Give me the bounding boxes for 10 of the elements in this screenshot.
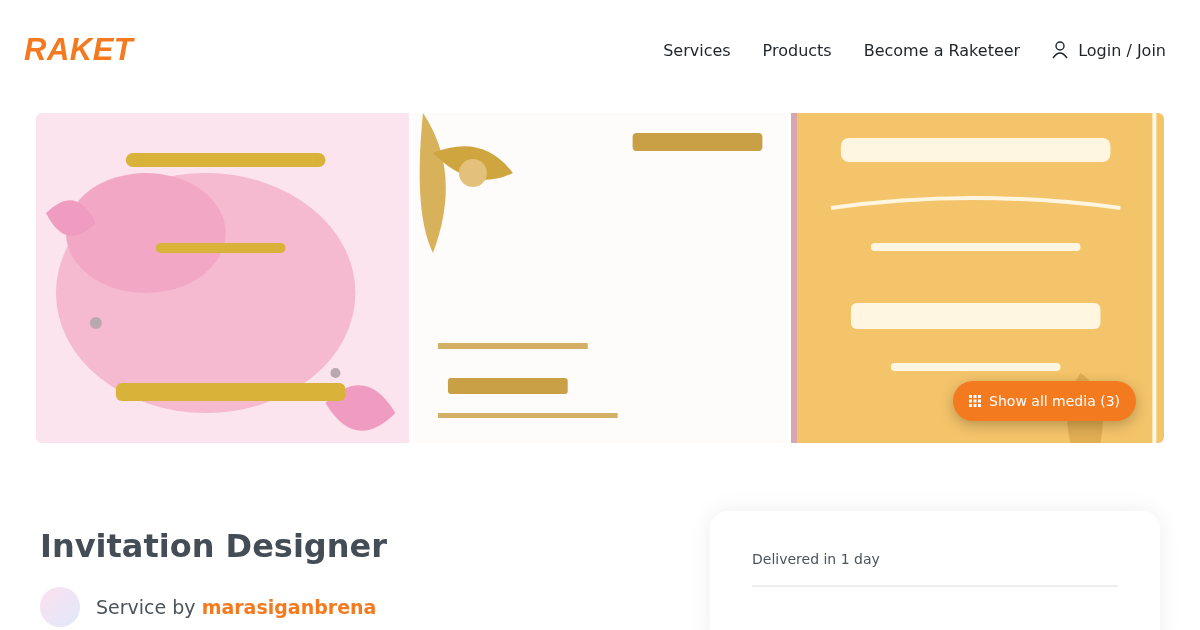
service-title: Invitation Designer [40,527,388,566]
nav-link[interactable]: Products [762,40,832,60]
user-icon [1052,41,1069,59]
nav-link[interactable]: Become a Raketeer [863,40,1021,60]
avatar [40,587,80,628]
grid-icon [969,395,982,407]
delivery-text: Delivered in 1 day [752,551,1118,587]
nav-link[interactable]: Services [663,40,731,60]
login-link[interactable]: Login / Join [1052,40,1166,60]
service-by-text: Service by marasiganbrena [96,596,377,619]
